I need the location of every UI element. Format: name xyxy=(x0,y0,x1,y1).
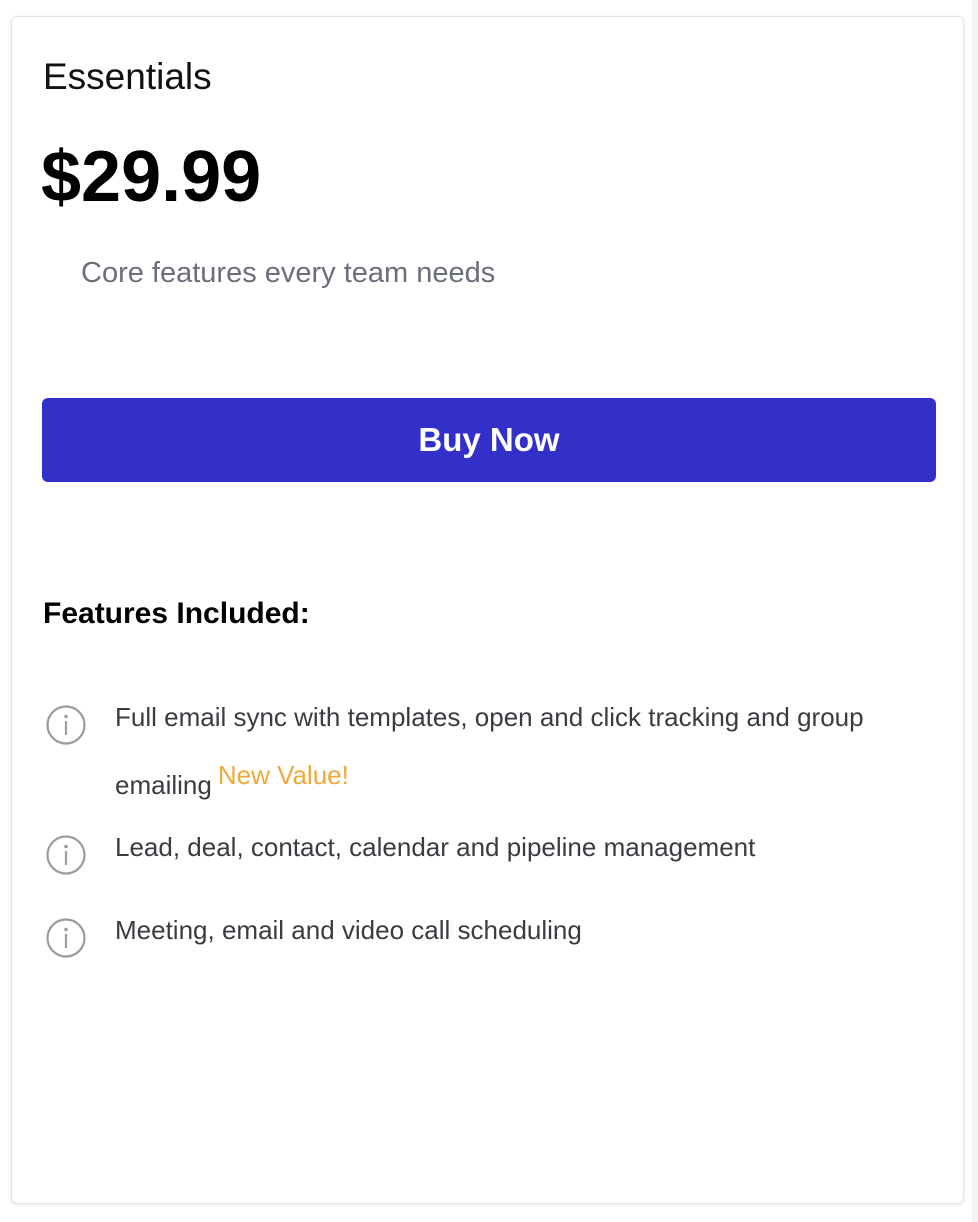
buy-now-button[interactable]: Buy Now xyxy=(42,398,936,482)
feature-text: Meeting, email and video call scheduling xyxy=(115,901,935,959)
feature-label: Meeting, email and video call scheduling xyxy=(115,915,582,945)
info-icon[interactable] xyxy=(45,917,87,959)
info-icon[interactable] xyxy=(45,834,87,876)
plan-price: $29.99 xyxy=(41,137,262,217)
new-value-badge: New Value! xyxy=(217,760,349,790)
plan-tagline: Core features every team needs xyxy=(81,257,496,289)
plan-name: Essentials xyxy=(43,56,212,97)
features-heading: Features Included: xyxy=(43,597,310,630)
feature-text: Lead, deal, contact, calendar and pipeli… xyxy=(115,818,935,876)
info-icon[interactable] xyxy=(45,704,87,746)
feature-text: Full email sync with templates, open and… xyxy=(115,688,935,814)
adjacent-card-edge xyxy=(972,0,978,1222)
feature-label: Lead, deal, contact, calendar and pipeli… xyxy=(115,832,756,862)
pricing-card: Essentials $29.99 Core features every te… xyxy=(11,16,964,1204)
